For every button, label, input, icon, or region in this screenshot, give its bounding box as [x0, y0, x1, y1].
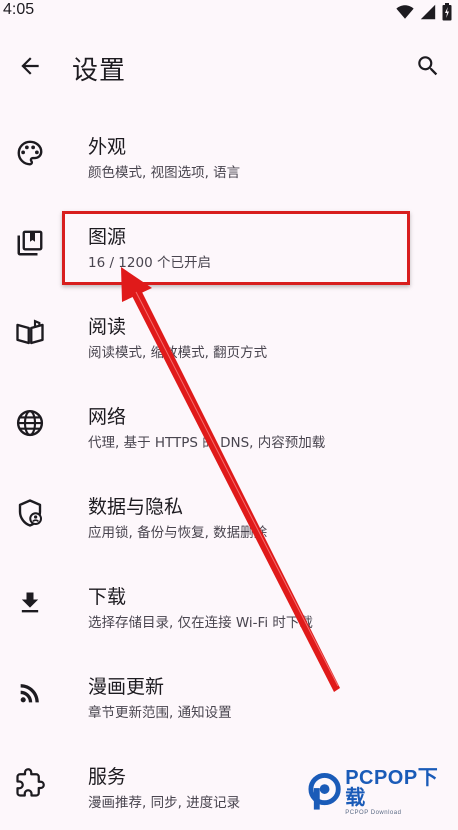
back-button[interactable]	[10, 46, 50, 86]
watermark-sub: PCPOP Download	[345, 810, 402, 816]
app-bar: 设置	[0, 34, 458, 104]
setting-title: 数据与隐私	[88, 496, 184, 518]
setting-title: 漫画更新	[88, 676, 165, 698]
page-title: 设置	[72, 56, 127, 86]
wifi-icon	[396, 5, 414, 19]
watermark-brand: PCPOP下载	[345, 767, 439, 809]
setting-subtitle: 16 / 1200 个已开启	[88, 255, 211, 271]
setting-title: 阅读	[88, 316, 127, 338]
palette-icon	[17, 140, 43, 166]
puzzle-icon	[16, 768, 45, 797]
setting-title: 图源	[88, 226, 127, 248]
signal-icon	[420, 4, 436, 20]
status-time: 4:05	[3, 1, 35, 18]
setting-item-appearance[interactable]: 外观 颜色模式, 视图选项, 语言	[0, 110, 458, 200]
setting-subtitle: 阅读模式, 缩放模式, 翻页方式	[88, 345, 268, 361]
watermark: PCPOP下载 PCPOP Download	[308, 767, 456, 816]
setting-item-sources[interactable]: 图源 16 / 1200 个已开启	[0, 200, 458, 290]
arrow-back-icon	[21, 57, 39, 75]
shield-user-icon	[18, 499, 43, 527]
setting-title: 外观	[88, 136, 127, 158]
search-button[interactable]	[408, 46, 448, 86]
setting-item-network[interactable]: 网络 代理, 基于 HTTPS 的 DNS, 内容预加载	[0, 380, 458, 470]
pcpop-logo-icon	[308, 772, 341, 810]
setting-title: 服务	[88, 766, 127, 788]
status-icons	[396, 3, 452, 21]
setting-item-updates[interactable]: 漫画更新 章节更新范围, 通知设置	[0, 650, 458, 740]
setting-subtitle: 章节更新范围, 通知设置	[88, 705, 232, 721]
search-icon	[418, 56, 438, 76]
book-open-icon	[16, 319, 44, 345]
setting-subtitle: 选择存储目录, 仅在连接 Wi-Fi 时下载	[88, 615, 313, 631]
library-icon	[17, 230, 43, 256]
status-bar: 4:05	[0, 0, 458, 26]
download-icon	[21, 592, 39, 613]
setting-title: 网络	[88, 406, 127, 428]
setting-subtitle: 代理, 基于 HTTPS 的 DNS, 内容预加载	[88, 435, 326, 451]
setting-item-privacy[interactable]: 数据与隐私 应用锁, 备份与恢复, 数据删除	[0, 470, 458, 560]
battery-icon	[442, 3, 452, 21]
globe-icon	[16, 409, 44, 437]
setting-subtitle: 漫画推荐, 同步, 进度记录	[88, 795, 241, 811]
rss-icon	[20, 684, 39, 703]
setting-item-downloads[interactable]: 下载 选择存储目录, 仅在连接 Wi-Fi 时下载	[0, 560, 458, 650]
setting-subtitle: 应用锁, 备份与恢复, 数据删除	[88, 525, 268, 541]
setting-title: 下载	[88, 586, 127, 608]
setting-subtitle: 颜色模式, 视图选项, 语言	[88, 165, 241, 181]
setting-item-reader[interactable]: 阅读 阅读模式, 缩放模式, 翻页方式	[0, 290, 458, 380]
